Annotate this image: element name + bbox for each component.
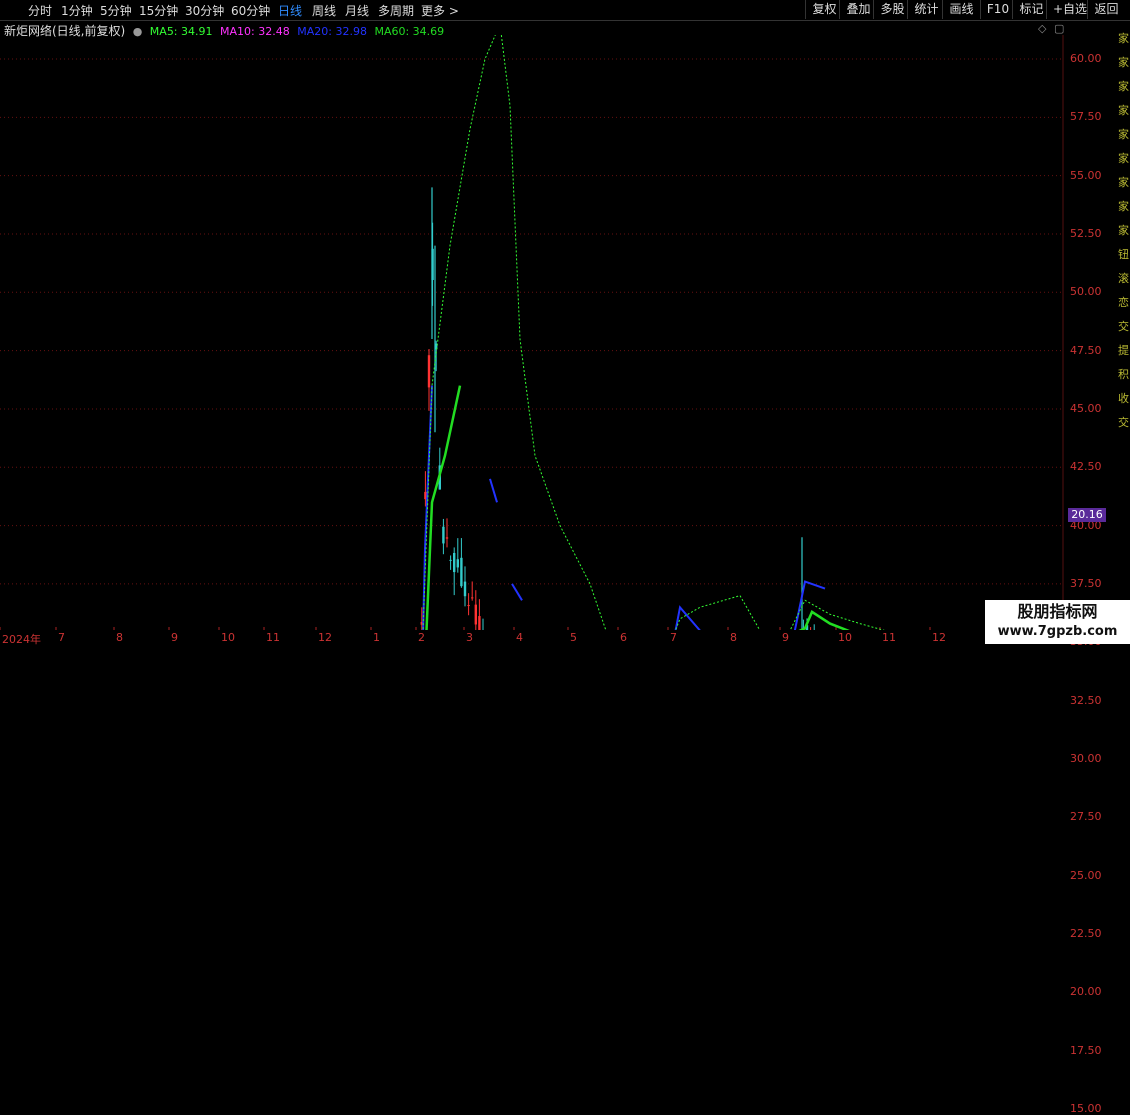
draw-button[interactable]: 画线: [942, 0, 980, 19]
side-glyph: 家: [1118, 200, 1129, 213]
period-weekly[interactable]: 周线: [312, 2, 336, 19]
candle-body: [467, 605, 470, 607]
side-glyph: 家: [1118, 152, 1129, 165]
candle-body: [474, 604, 477, 625]
add-watchlist-button[interactable]: +自选: [1046, 0, 1093, 19]
watermark-url: www.7gpzb.com: [997, 624, 1118, 639]
candle-body: [449, 559, 452, 561]
side-glyph: 收: [1118, 392, 1129, 405]
candlestick-chart: [0, 35, 1064, 630]
x-tick-label: 8: [116, 631, 123, 644]
ma5-line: [422, 35, 885, 630]
side-glyph: 家: [1118, 80, 1129, 93]
side-glyph: 交: [1118, 320, 1129, 333]
stats-button[interactable]: 统计: [907, 0, 945, 19]
x-tick-label: 4: [516, 631, 523, 644]
x-tick-label: 11: [882, 631, 896, 644]
y-tick-label: 30.00: [1070, 751, 1102, 765]
f10-button[interactable]: F10: [980, 0, 1015, 19]
y-tick-label: 17.50: [1070, 1043, 1102, 1057]
period-daily[interactable]: 日线: [278, 2, 302, 19]
watermark: 股朋指标网 www.7gpzb.com: [985, 600, 1130, 644]
y-tick-label: 27.50: [1070, 810, 1102, 824]
candle-body: [453, 552, 456, 573]
y-tick-label: 47.50: [1070, 343, 1102, 357]
x-tick-label: 9: [171, 631, 178, 644]
period-monthly[interactable]: 月线: [345, 2, 369, 19]
x-tick-label: 1: [373, 631, 380, 644]
period-fenshi[interactable]: 分时: [28, 2, 52, 19]
y-tick-label: 25.00: [1070, 868, 1102, 882]
ma20-line: [422, 385, 433, 630]
period-5min[interactable]: 5分钟: [100, 2, 132, 19]
side-glyph: 提: [1118, 344, 1129, 357]
x-tick-label: 2024年: [2, 633, 41, 646]
y-tick-label: 57.50: [1070, 110, 1102, 124]
x-tick-label: 10: [838, 631, 852, 644]
period-15min[interactable]: 15分钟: [139, 2, 178, 19]
y-tick-label: 20.00: [1070, 985, 1102, 999]
x-tick-label: 7: [58, 631, 65, 644]
y-tick-label: 45.00: [1070, 401, 1102, 415]
y-tick-label: 32.50: [1070, 693, 1102, 707]
period-1min[interactable]: 1分钟: [61, 2, 93, 19]
period-60min[interactable]: 60分钟: [231, 2, 270, 19]
y-tick-label: 22.50: [1070, 926, 1102, 940]
x-tick-label: 9: [782, 631, 789, 644]
candle-body: [445, 537, 449, 539]
side-glyph: 家: [1118, 56, 1129, 69]
y-tick-label: 50.00: [1070, 285, 1102, 299]
ma20-line: [511, 583, 523, 601]
x-tick-label: 3: [466, 631, 473, 644]
side-glyph: 家: [1118, 104, 1129, 117]
y-tick-label: 37.50: [1070, 576, 1102, 590]
candle-body: [460, 557, 463, 587]
x-tick-label: 5: [570, 631, 577, 644]
period-more[interactable]: 更多 >: [421, 2, 459, 19]
x-tick-label: 2: [418, 631, 425, 644]
side-glyph: 钮: [1118, 248, 1129, 261]
y-tick-label: 60.00: [1070, 52, 1102, 65]
x-tick-label: 7: [670, 631, 677, 644]
diamond-icon[interactable]: ◇: [1038, 22, 1046, 35]
x-tick-label: 6: [620, 631, 627, 644]
watermark-title: 股朋指标网: [1017, 602, 1098, 621]
period-30min[interactable]: 30分钟: [185, 2, 224, 19]
x-tick-label: 8: [730, 631, 737, 644]
y-tick-label: 52.50: [1070, 226, 1102, 240]
candle-body: [427, 355, 431, 388]
mark-button[interactable]: 标记: [1012, 0, 1050, 19]
candle-body: [442, 526, 445, 544]
period-toolbar: 分时 1分钟 5分钟 15分钟 30分钟 60分钟 日线 周线 月线 多周期 更…: [0, 0, 1130, 21]
overlay-button[interactable]: 叠加: [839, 0, 877, 19]
ma20-line: [489, 478, 498, 503]
x-tick-label: 12: [318, 631, 332, 644]
side-glyph: 家: [1118, 32, 1129, 45]
side-glyph: 恋: [1118, 296, 1129, 309]
candle-body: [463, 581, 467, 597]
current-price-tag: 20.16: [1068, 508, 1106, 522]
candle-body: [471, 597, 474, 599]
ma60-line: [425, 385, 462, 630]
y-tick-label: 42.50: [1070, 460, 1102, 474]
period-multi[interactable]: 多周期: [378, 2, 414, 19]
side-glyph: 滚: [1118, 272, 1129, 285]
y-tick-label: 15.00: [1070, 1101, 1102, 1115]
fuquan-button[interactable]: 复权: [805, 0, 843, 19]
side-glyph: 积: [1118, 368, 1129, 381]
x-tick-label: 11: [266, 631, 280, 644]
window-icon[interactable]: ▢: [1054, 22, 1064, 35]
candle-body: [478, 616, 481, 630]
x-tick-label: 12: [932, 631, 946, 644]
x-tick-label: 10: [221, 631, 235, 644]
side-glyph: 家: [1118, 176, 1129, 189]
side-glyph: 家: [1118, 224, 1129, 237]
back-button[interactable]: 返回: [1087, 0, 1125, 19]
ma20-line: [674, 580, 826, 630]
multi-stock-button[interactable]: 多股: [873, 0, 911, 19]
candle-body: [456, 559, 459, 568]
side-glyph: 交: [1118, 416, 1129, 429]
y-tick-label: 55.00: [1070, 168, 1102, 182]
side-glyph: 家: [1118, 128, 1129, 141]
